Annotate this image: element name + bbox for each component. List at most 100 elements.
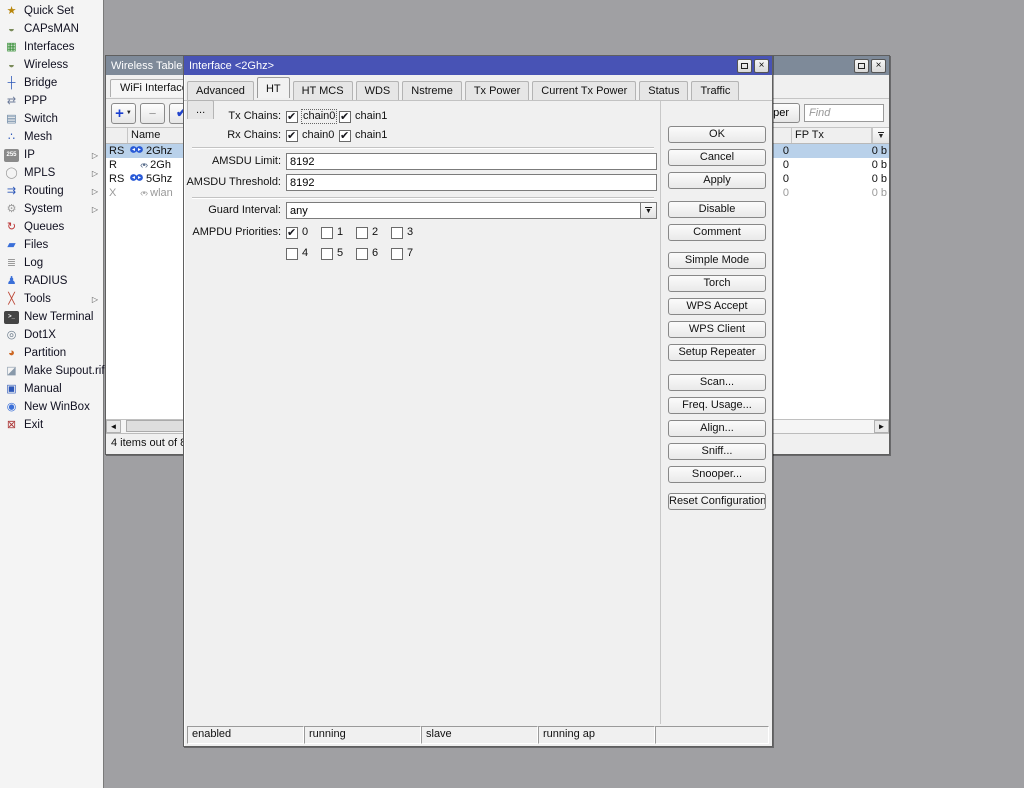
sidebar-item-mesh[interactable]: ∴Mesh	[0, 128, 103, 146]
wps-accept-button[interactable]: WPS Accept	[668, 298, 766, 315]
wps-client-button[interactable]: WPS Client	[668, 321, 766, 338]
column-header-flags[interactable]	[106, 128, 128, 143]
sidebar-item-tools[interactable]: ╳Tools▷	[0, 290, 103, 308]
sidebar-item-dot1x[interactable]: ◎Dot1X	[0, 326, 103, 344]
setup-repeater-button[interactable]: Setup Repeater	[668, 344, 766, 361]
sidebar-item-wireless[interactable]: ◒Wireless	[0, 56, 103, 74]
sidebar-item-radius[interactable]: ♟RADIUS	[0, 272, 103, 290]
sidebar-item-label: Queues	[24, 221, 64, 233]
dialog-titlebar[interactable]: Interface <2Ghz> ×	[184, 56, 772, 75]
tab-nstreme[interactable]: Nstreme	[402, 81, 462, 100]
checkbox-box	[321, 248, 333, 260]
ok-button[interactable]: OK	[668, 126, 766, 143]
tab-status[interactable]: Status	[639, 81, 688, 100]
maximize-icon[interactable]	[854, 59, 869, 73]
row-flags: X	[106, 187, 128, 199]
sidebar-item-partition[interactable]: ◕Partition	[0, 344, 103, 362]
rx-chain-chain0-checkbox[interactable]: ✔chain0	[286, 129, 334, 142]
ampdu-5-checkbox[interactable]: 5	[321, 247, 343, 260]
sidebar-item-new-winbox[interactable]: ◉New WinBox	[0, 398, 103, 416]
sidebar-item-routing[interactable]: ⇉Routing▷	[0, 182, 103, 200]
align-button[interactable]: Align...	[668, 420, 766, 437]
tab-traffic[interactable]: Traffic	[691, 81, 739, 100]
remove-button[interactable]: −	[140, 103, 165, 124]
simple-mode-button[interactable]: Simple Mode	[668, 252, 766, 269]
maximize-icon[interactable]	[737, 59, 752, 73]
tab-tx-power[interactable]: Tx Power	[465, 81, 529, 100]
sidebar-item-ip[interactable]: 255IP▷	[0, 146, 103, 164]
row-name-text: 5Ghz	[146, 173, 172, 185]
sidebar-item-quick-set[interactable]: ★Quick Set	[0, 2, 103, 20]
sidebar-item-files[interactable]: ▰Files	[0, 236, 103, 254]
sidebar-item-make-supout-rif[interactable]: ◪Make Supout.rif	[0, 362, 103, 380]
tx-chain-chain1-checkbox[interactable]: ✔chain1	[339, 110, 387, 123]
amsdu-threshold-field[interactable]	[286, 174, 657, 191]
sidebar-item-label: Tools	[24, 293, 51, 305]
plus-icon: +	[115, 107, 124, 120]
guard-interval-field[interactable]	[286, 202, 640, 219]
ampdu-6-checkbox[interactable]: 6	[356, 247, 378, 260]
sidebar-item-manual[interactable]: ▣Manual	[0, 380, 103, 398]
check-icon: ✔	[340, 129, 349, 142]
sidebar-item-bridge[interactable]: ┼Bridge	[0, 74, 103, 92]
cancel-button[interactable]: Cancel	[668, 149, 766, 166]
tab-wds[interactable]: WDS	[356, 81, 400, 100]
column-header-fp-tx[interactable]: FP Tx	[792, 128, 872, 143]
row-flags: RS	[106, 173, 128, 185]
apply-button[interactable]: Apply	[668, 172, 766, 189]
ampdu-4-checkbox[interactable]: 4	[286, 247, 308, 260]
reset-configuration-button[interactable]: Reset Configuration	[668, 493, 766, 510]
sidebar-item-capsman[interactable]: ◒CAPsMAN	[0, 20, 103, 38]
sidebar-item-new-terminal[interactable]: >_New Terminal	[0, 308, 103, 326]
close-icon[interactable]: ×	[754, 59, 769, 73]
sidebar-item-interfaces[interactable]: ▦Interfaces	[0, 38, 103, 56]
sidebar-item-system[interactable]: ⚙System▷	[0, 200, 103, 218]
sidebar-item-mpls[interactable]: ◯MPLS▷	[0, 164, 103, 182]
row-fp-tx: 0 b	[792, 173, 889, 185]
ampdu-7-checkbox[interactable]: 7	[391, 247, 413, 260]
ampdu-1-checkbox[interactable]: 1	[321, 226, 343, 239]
ppp-icon: ⇄	[4, 95, 19, 108]
dropdown-button[interactable]: ▼	[640, 202, 657, 219]
snooper-button[interactable]: Snooper...	[668, 466, 766, 483]
guard-interval-select[interactable]: ▼	[286, 202, 657, 219]
sidebar-item-label: Routing	[24, 185, 64, 197]
rx-chain-chain1-checkbox[interactable]: ✔chain1	[339, 129, 387, 142]
ampdu-3-checkbox[interactable]: 3	[391, 226, 413, 239]
sidebar-item-ppp[interactable]: ⇄PPP	[0, 92, 103, 110]
column-filter-button[interactable]: ▼	[872, 128, 889, 143]
sidebar-item-switch[interactable]: ▤Switch	[0, 110, 103, 128]
tab-advanced[interactable]: Advanced	[187, 81, 254, 100]
sidebar-item-log[interactable]: ≣Log	[0, 254, 103, 272]
row-name-text: 2Gh	[150, 159, 171, 171]
scan-button[interactable]: Scan...	[668, 374, 766, 391]
sniff-button[interactable]: Sniff...	[668, 443, 766, 460]
sidebar-item-exit[interactable]: ⊠Exit	[0, 416, 103, 434]
disable-button[interactable]: Disable	[668, 201, 766, 218]
scroll-left-icon[interactable]: ◄	[106, 420, 121, 433]
ampdu-0-checkbox[interactable]: ✔0	[286, 226, 308, 239]
tab-ht[interactable]: HT	[257, 77, 290, 98]
checkbox-label: 3	[407, 226, 413, 239]
torch-button[interactable]: Torch	[668, 275, 766, 292]
ampdu-2-checkbox[interactable]: 2	[356, 226, 378, 239]
interfaces-icon: ▦	[4, 41, 19, 54]
amsdu-limit-field[interactable]	[286, 153, 657, 170]
amsdu-limit-label: AMSDU Limit:	[184, 153, 281, 170]
close-icon[interactable]: ×	[871, 59, 886, 73]
sidebar-item-queues[interactable]: ↻Queues	[0, 218, 103, 236]
sidebar-item-label: Partition	[24, 347, 66, 359]
tx-chain-chain0-checkbox[interactable]: ✔chain0	[286, 110, 336, 123]
tab-current-tx-power[interactable]: Current Tx Power	[532, 81, 636, 100]
sidebar-item-label: Files	[24, 239, 48, 251]
freq-usage-button[interactable]: Freq. Usage...	[668, 397, 766, 414]
sidebar-item-label: New Terminal	[24, 311, 93, 323]
submenu-arrow-icon: ▷	[92, 169, 98, 178]
checkbox-box	[321, 227, 333, 239]
scroll-right-icon[interactable]: ►	[874, 420, 889, 433]
tab-ht-mcs[interactable]: HT MCS	[293, 81, 353, 100]
find-input[interactable]	[804, 104, 884, 122]
winbox-icon: ◉	[4, 401, 19, 414]
comment-button[interactable]: Comment	[668, 224, 766, 241]
add-button[interactable]: + ▼	[111, 103, 136, 124]
